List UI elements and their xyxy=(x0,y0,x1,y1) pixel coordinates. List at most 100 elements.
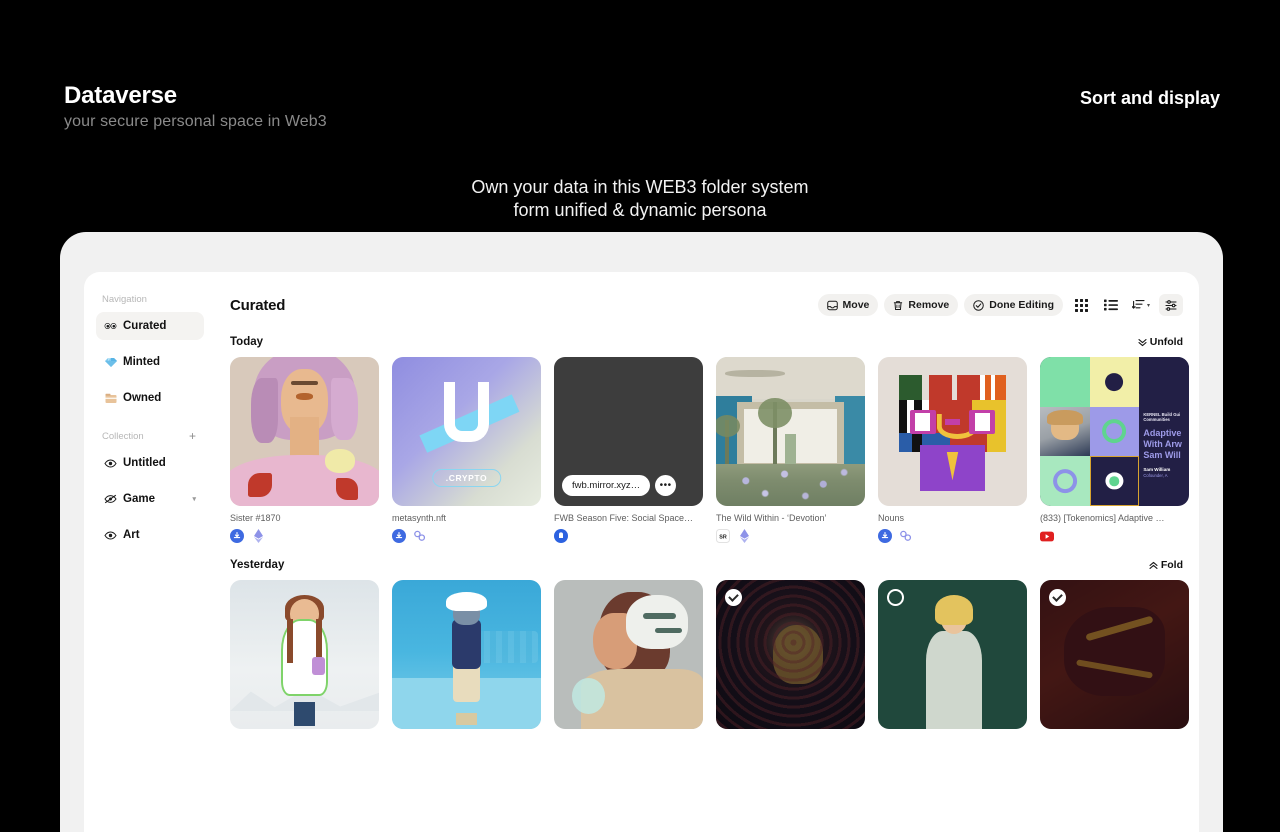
fold-label: Fold xyxy=(1160,559,1183,571)
unfold-button[interactable]: Unfold xyxy=(1138,336,1183,348)
card-item[interactable] xyxy=(230,580,379,729)
card-badges xyxy=(392,529,541,543)
section-title: Yesterday xyxy=(230,559,285,571)
eye-icon xyxy=(104,458,117,468)
selection-checkbox[interactable] xyxy=(1049,589,1066,606)
card-item[interactable]: Nouns xyxy=(878,357,1027,543)
folder-icon xyxy=(104,393,117,404)
device-frame: Navigation Curated Minted Owned Collecti… xyxy=(60,232,1223,832)
card-item[interactable] xyxy=(554,580,703,729)
card-item[interactable]: fwb.mirror.xyz… ••• FWB Season Five: Soc… xyxy=(554,357,703,543)
grid-view-icon[interactable] xyxy=(1069,294,1093,316)
sort-button[interactable]: ▾ xyxy=(1129,294,1153,316)
noun-pixels xyxy=(898,374,1007,492)
card-thumbnail[interactable] xyxy=(716,357,865,506)
trash-icon xyxy=(893,300,903,311)
url-pill[interactable]: fwb.mirror.xyz… xyxy=(562,475,651,496)
kernel-subtitle-2: Communities xyxy=(1143,417,1170,423)
section-header-today: Today Unfold xyxy=(230,336,1183,348)
sidebar-item-untitled[interactable]: Untitled xyxy=(96,449,204,477)
ethereum-badge[interactable] xyxy=(737,529,751,543)
card-title: (833) [Tokenomics] Adaptive … xyxy=(1040,513,1165,523)
selection-checkbox[interactable] xyxy=(887,589,904,606)
remove-button[interactable]: Remove xyxy=(884,294,959,316)
main-content: Curated Move Remove Done Editing ▾ Today… xyxy=(214,272,1199,832)
chevron-down-icon[interactable]: ▾ xyxy=(1147,302,1150,309)
chevron-down-icon[interactable]: ▾ xyxy=(192,495,196,503)
card-thumbnail[interactable] xyxy=(878,357,1027,506)
card-item[interactable] xyxy=(878,580,1027,729)
card-grid-yesterday xyxy=(230,580,1189,729)
link-badge[interactable] xyxy=(899,529,913,543)
artwork-masked-girl xyxy=(554,580,703,729)
card-thumbnail[interactable]: .CRYPTO xyxy=(392,357,541,506)
url-pill-group: fwb.mirror.xyz… ••• xyxy=(562,475,677,496)
card-title: Sister #1870 xyxy=(230,513,281,523)
artwork-nouns xyxy=(878,357,1027,506)
kernel-title-1: Adaptive xyxy=(1143,427,1182,438)
card-item[interactable]: .CRYPTO metasynth.nft xyxy=(392,357,541,543)
sidebar-item-art[interactable]: Art xyxy=(96,521,204,549)
link-badge[interactable] xyxy=(413,529,427,543)
card-item[interactable] xyxy=(716,580,865,729)
card-thumbnail[interactable] xyxy=(392,580,541,729)
sr-badge[interactable]: SR xyxy=(716,529,730,543)
card-badges xyxy=(1040,529,1189,543)
sidebar: Navigation Curated Minted Owned Collecti… xyxy=(84,272,214,832)
settings-sliders-icon[interactable] xyxy=(1159,294,1183,316)
card-thumbnail[interactable] xyxy=(230,357,379,506)
card-grid-today: Sister #1870 .CRYPTO metasynth.nft fwb.m… xyxy=(230,357,1189,543)
move-label: Move xyxy=(842,299,870,311)
youtube-badge[interactable] xyxy=(1040,529,1054,543)
diamond-icon xyxy=(104,357,117,368)
sidebar-item-label: Owned xyxy=(123,392,162,404)
card-item[interactable]: Sister #1870 xyxy=(230,357,379,543)
card-thumbnail[interactable]: fwb.mirror.xyz… ••• xyxy=(554,357,703,506)
done-editing-label: Done Editing xyxy=(989,299,1054,311)
list-view-icon[interactable] xyxy=(1099,294,1123,316)
chevron-double-up-icon xyxy=(1149,561,1158,570)
check-circle-icon xyxy=(973,299,985,311)
artwork-wild-within xyxy=(716,357,865,506)
arweave-badge[interactable] xyxy=(878,529,892,543)
eye-off-icon xyxy=(104,494,117,504)
card-item[interactable]: The Wild Within - ‘Devotion’ SR xyxy=(716,357,865,543)
eyes-icon xyxy=(104,322,117,330)
card-thumbnail[interactable]: KERNEL Build Gui Communities Adaptive Wi… xyxy=(1040,357,1189,506)
kernel-speaker-role: Cofounder, A xyxy=(1143,472,1168,478)
sidebar-item-label: Curated xyxy=(123,320,167,332)
ethereum-badge[interactable] xyxy=(251,529,265,543)
card-title: The Wild Within - ‘Devotion’ xyxy=(716,513,827,523)
card-item[interactable] xyxy=(1040,580,1189,729)
arweave-badge[interactable] xyxy=(392,529,406,543)
card-item[interactable]: KERNEL Build Gui Communities Adaptive Wi… xyxy=(1040,357,1189,543)
eye-icon xyxy=(104,530,117,540)
selection-checkbox[interactable] xyxy=(725,589,742,606)
card-thumbnail[interactable] xyxy=(230,580,379,729)
move-button[interactable]: Move xyxy=(817,294,879,316)
chevron-double-down-icon xyxy=(1138,338,1147,347)
sidebar-item-label: Minted xyxy=(123,356,161,368)
remove-label: Remove xyxy=(908,299,950,311)
card-badges xyxy=(554,529,703,543)
add-collection-button[interactable]: + xyxy=(189,430,204,442)
sidebar-item-label: Game xyxy=(123,493,155,505)
mirror-badge[interactable] xyxy=(554,529,568,543)
sidebar-item-curated[interactable]: Curated xyxy=(96,312,204,340)
sidebar-item-game[interactable]: Game ▾ xyxy=(96,485,204,513)
card-thumbnail[interactable] xyxy=(554,580,703,729)
artwork-gasmask-character xyxy=(392,580,541,729)
more-options-icon[interactable]: ••• xyxy=(655,475,677,496)
sort-and-display-label[interactable]: Sort and display xyxy=(1080,88,1220,109)
sidebar-item-owned[interactable]: Owned xyxy=(96,384,204,412)
artwork-crypto-domain: .CRYPTO xyxy=(392,357,541,506)
arweave-badge[interactable] xyxy=(230,529,244,543)
content-title: Curated xyxy=(230,296,286,314)
fold-button[interactable]: Fold xyxy=(1149,559,1183,571)
sidebar-item-minted[interactable]: Minted xyxy=(96,348,204,376)
card-item[interactable] xyxy=(392,580,541,729)
page-subtitle: your secure personal space in Web3 xyxy=(64,113,327,130)
svg-text:SR: SR xyxy=(719,534,727,540)
kernel-speaker-name: Sam William xyxy=(1143,466,1171,472)
done-editing-button[interactable]: Done Editing xyxy=(964,294,1063,316)
